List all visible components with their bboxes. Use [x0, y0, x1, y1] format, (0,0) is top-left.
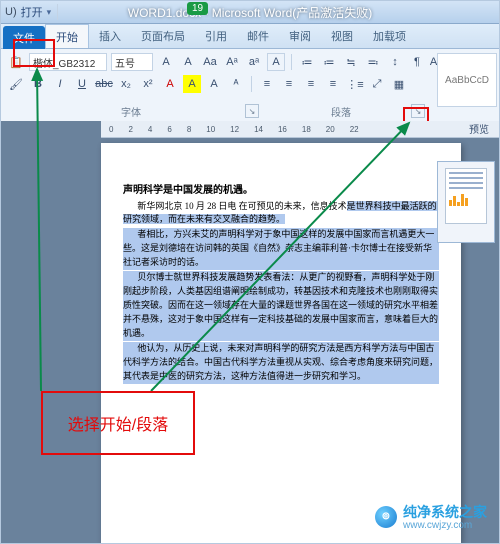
- tab-home[interactable]: 开始: [45, 24, 89, 48]
- ruler-tick: 4: [148, 125, 152, 134]
- watermark-name: 纯净系统之家: [403, 502, 487, 522]
- phonetic-button[interactable]: aᵃ: [245, 53, 263, 71]
- annotation-text: 选择开始/段落: [68, 411, 168, 435]
- watermark: ⊚ 纯净系统之家 www.cwjzy.com: [375, 502, 487, 531]
- font-dialog-launcher[interactable]: ↘: [245, 104, 259, 118]
- watermark-logo-icon: ⊚: [375, 506, 397, 528]
- tab-review[interactable]: 审阅: [279, 24, 321, 48]
- bold-button[interactable]: B: [29, 75, 47, 93]
- paragraph-dialog-launcher[interactable]: ↘: [411, 104, 425, 118]
- thumbnail-pane-label: 预览: [469, 121, 489, 136]
- document-page[interactable]: 声明科学是中国发展的机遇。 新华网北京 10 月 28 日电 在可预见的未来，信…: [101, 143, 461, 543]
- tab-view[interactable]: 视图: [321, 24, 363, 48]
- paste-button[interactable]: 📋: [7, 53, 25, 71]
- ruler-tick: 10: [206, 125, 215, 134]
- tab-mailings[interactable]: 邮件: [237, 24, 279, 48]
- font-name-combo[interactable]: 楷体_GB2312: [29, 53, 107, 71]
- align-left-button[interactable]: ≡: [258, 75, 276, 93]
- char-shading-button[interactable]: ᴬ: [227, 75, 245, 93]
- tab-insert[interactable]: 插入: [89, 24, 131, 48]
- font-color-button[interactable]: A: [161, 75, 179, 93]
- superscript-button[interactable]: x²: [139, 75, 157, 93]
- align-justify-button[interactable]: ≡: [324, 75, 342, 93]
- align-center-button[interactable]: ≡: [280, 75, 298, 93]
- styles-gallery[interactable]: AaBbCcD: [437, 53, 497, 107]
- doc-paragraph: 贝尔博士就世界科技发展趋势发表看法：从更广的视野看，声明科学处于刚刚起步阶段，人…: [123, 271, 439, 341]
- italic-button[interactable]: I: [51, 75, 69, 93]
- qat-badge: 19: [187, 2, 208, 15]
- bullets-button[interactable]: ≔: [298, 53, 316, 71]
- ruler-tick: 18: [302, 125, 311, 134]
- horizontal-ruler[interactable]: 0 2 4 6 8 10 12 14 16 18 20 22: [101, 121, 499, 138]
- ruler-tick: 16: [278, 125, 287, 134]
- grow-font-button[interactable]: A: [157, 53, 175, 71]
- change-case-button[interactable]: Aa: [201, 53, 219, 71]
- thumbnail-pane[interactable]: [437, 161, 495, 243]
- document-area: 0 2 4 6 8 10 12 14 16 18 20 22 预览 声明科学是中…: [1, 121, 499, 543]
- clear-format-button[interactable]: Aᵃ: [223, 53, 241, 71]
- thumbnail-page[interactable]: [445, 168, 487, 224]
- window-title: WORD1.docx - Microsoft Word(产品激活失败): [1, 4, 499, 21]
- line-spacing-button[interactable]: ⋮≡: [346, 75, 364, 93]
- ribbon-tabs: 文件 开始 插入 页面布局 引用 邮件 审阅 视图 加载项: [1, 24, 499, 49]
- borders-button[interactable]: ▦: [390, 75, 408, 93]
- tab-pagelayout[interactable]: 页面布局: [131, 24, 195, 48]
- align-right-button[interactable]: ≡: [302, 75, 320, 93]
- tab-references[interactable]: 引用: [195, 24, 237, 48]
- ruler-tick: 0: [109, 125, 113, 134]
- font-size-combo[interactable]: 五号: [111, 53, 153, 71]
- multilevel-button[interactable]: ≒: [342, 53, 360, 71]
- doc-paragraph: 新华网北京 10 月 28 日电 在可预见的未来，信息技术是世界科技中最活跃的研…: [123, 200, 439, 228]
- doc-title: 声明科学是中国发展的机遇。: [123, 183, 439, 199]
- doc-paragraph: 他认为，从历史上说，未来对声明科学的研究方法是西方科学方法与中国古代科学方法的结…: [123, 342, 439, 384]
- doc-paragraph: 者相比，方兴未艾的声明科学对于象中国这样的发展中国家而言机遇更大一些。这是刘德培…: [123, 228, 439, 270]
- title-bar: U) 打开 ▾ WORD1.docx - Microsoft Word(产品激活…: [1, 1, 499, 24]
- ribbon: 📋 楷体_GB2312 五号 A A Aa Aᵃ aᵃ A ≔ ≔ ≒ ≕ ↕ …: [1, 49, 499, 122]
- annotation-callout: 选择开始/段落: [41, 391, 195, 455]
- shading-button[interactable]: ⤢: [368, 75, 386, 93]
- tab-file[interactable]: 文件: [3, 26, 45, 50]
- decrease-indent-button[interactable]: ≕: [364, 53, 382, 71]
- show-marks-button[interactable]: ¶: [408, 53, 426, 71]
- group-font-label: 字体: [121, 104, 141, 119]
- strike-button[interactable]: abc: [95, 75, 113, 93]
- ruler-tick: 12: [230, 125, 239, 134]
- group-paragraph-label: 段落: [331, 104, 351, 119]
- increase-indent-button[interactable]: ↕: [386, 53, 404, 71]
- underline-button[interactable]: U: [73, 75, 91, 93]
- char-border-button[interactable]: A: [267, 53, 285, 71]
- subscript-button[interactable]: x₂: [117, 75, 135, 93]
- ruler-tick: 14: [254, 125, 263, 134]
- numbering-button[interactable]: ≔: [320, 53, 338, 71]
- ruler-tick: 20: [326, 125, 335, 134]
- text-effects-button[interactable]: A: [205, 75, 223, 93]
- tab-addins[interactable]: 加载项: [363, 24, 416, 48]
- highlight-button[interactable]: A: [183, 75, 201, 93]
- ruler-tick: 8: [187, 125, 191, 134]
- format-painter-button[interactable]: 🖌: [7, 75, 25, 93]
- ruler-tick: 6: [167, 125, 171, 134]
- ruler-tick: 2: [128, 125, 132, 134]
- shrink-font-button[interactable]: A: [179, 53, 197, 71]
- ruler-tick: 22: [350, 125, 359, 134]
